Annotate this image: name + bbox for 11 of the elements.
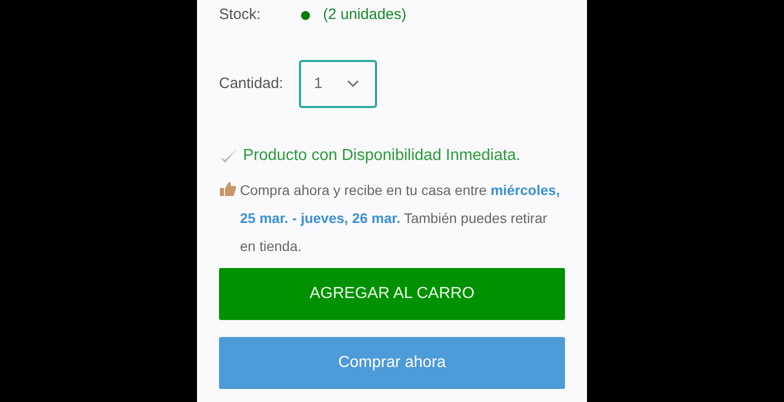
add-to-cart-button[interactable]: AGREGAR AL CARRO [219, 268, 565, 320]
availability-text: Producto con Disponibilidad Inmediata. [243, 146, 520, 166]
chevron-down-icon [347, 80, 359, 88]
checkmark-icon [219, 148, 238, 164]
quantity-select[interactable]: 1 [299, 60, 377, 108]
thumbs-up-icon [219, 181, 236, 197]
delivery-text: Compra ahora y recibe en tu casa entre miércoles, 25 mar. - jueves, 26 mar. También puedes retirar en tienda. [240, 181, 561, 256]
quantity-label: Cantidad: [219, 74, 284, 94]
stock-quantity: (2 unidades) [323, 4, 406, 25]
buy-now-button[interactable]: Comprar ahora [219, 337, 565, 389]
stock-label: Stock: [219, 4, 262, 25]
